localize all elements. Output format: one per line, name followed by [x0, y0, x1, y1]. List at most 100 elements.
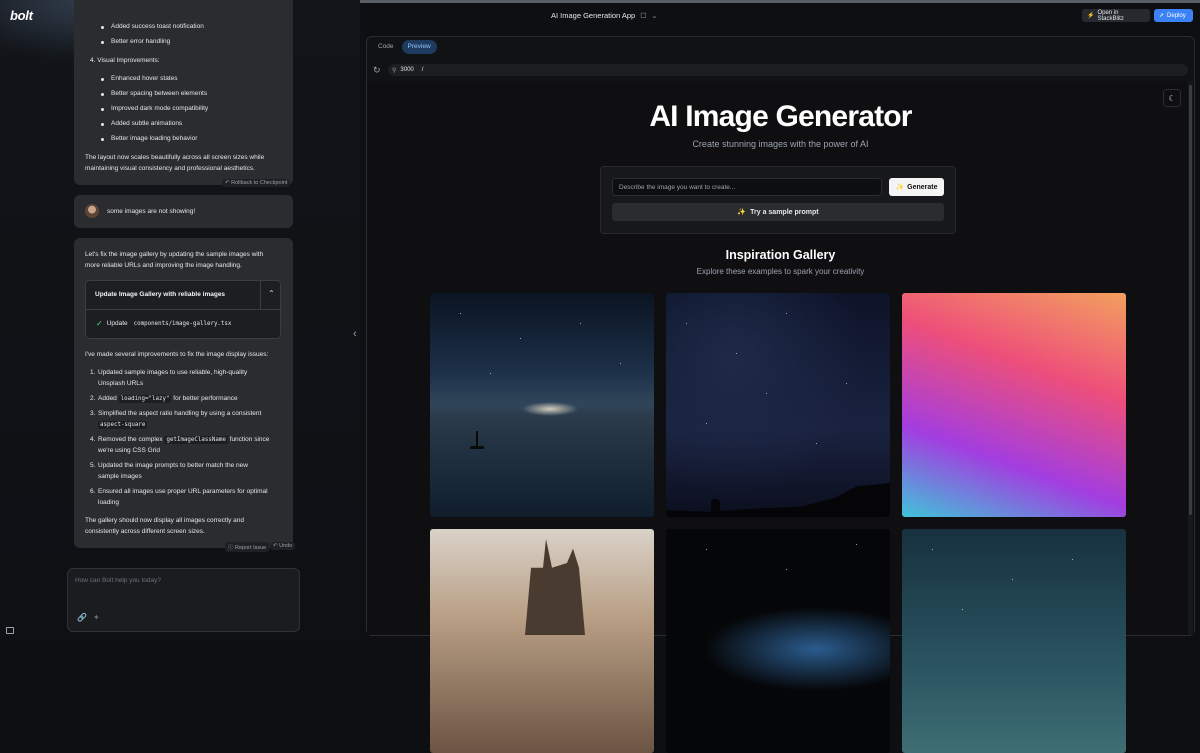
- star: [580, 323, 581, 324]
- list-item: loading: [98, 499, 119, 506]
- list-item: Better image loading behavior: [100, 135, 198, 142]
- message-text: The layout now scales beautifully across…: [85, 154, 265, 161]
- gallery-image[interactable]: [430, 529, 654, 753]
- list-item: Updated the image prompts to better matc…: [98, 462, 248, 469]
- sailboat-mast: [476, 431, 478, 447]
- page-subtitle: Create stunning images with the power of…: [692, 139, 869, 149]
- list-number: 4.: [90, 436, 96, 443]
- artifact-action: ✓ Update components/image-gallery.tsx: [96, 319, 234, 328]
- open-stackblitz-button[interactable]: ⚡ Open in StackBlitz: [1082, 9, 1150, 22]
- message-text: The gallery should now display all image…: [85, 517, 244, 524]
- list-item: Better spacing between elements: [100, 90, 208, 97]
- sparkle-icon[interactable]: ✦: [93, 613, 100, 622]
- deploy-button[interactable]: ➚ Deploy: [1154, 9, 1193, 22]
- project-title-text: AI Image Generation App: [551, 11, 636, 20]
- link-icon[interactable]: 🔗: [77, 613, 87, 622]
- star: [1012, 579, 1013, 580]
- generate-button[interactable]: ✨ Generate: [889, 178, 944, 196]
- sample-prompt-button[interactable]: ✨ Try a sample prompt: [612, 203, 944, 221]
- artifact-header[interactable]: Update Image Gallery with reliable image…: [86, 281, 282, 310]
- undo-button[interactable]: ↶ Undo: [270, 542, 296, 550]
- inline-code: loading="lazy": [118, 395, 172, 403]
- check-icon: ✓: [96, 319, 103, 328]
- reload-icon[interactable]: ↻: [373, 65, 381, 76]
- artifact-title: Update Image Gallery with reliable image…: [95, 291, 226, 298]
- star: [1072, 559, 1073, 560]
- port-number: 3000: [400, 67, 414, 73]
- divider: [260, 281, 261, 310]
- scrollbar-thumb[interactable]: [1189, 85, 1192, 515]
- gallery-image[interactable]: [666, 293, 890, 517]
- message-text: consistently across different screen siz…: [85, 528, 205, 535]
- sailboat-hull: [470, 446, 484, 449]
- list-item: we're using CSS Grid: [98, 447, 160, 454]
- undo-label: Undo: [279, 543, 293, 549]
- star: [816, 443, 817, 444]
- generator-card: [600, 166, 956, 234]
- open-stackblitz-label: Open in StackBlitz: [1097, 9, 1124, 22]
- tab-preview[interactable]: Preview: [401, 40, 437, 54]
- list-item: Simplified the aspect ratio handling by …: [98, 410, 262, 417]
- artifact-file: components/image-gallery.tsx: [131, 319, 234, 328]
- hill-silhouette: [666, 483, 890, 517]
- artifact-card: Update Image Gallery with reliable image…: [85, 280, 282, 339]
- project-title[interactable]: AI Image Generation App ☐ ⌄: [551, 11, 657, 20]
- list-item: aspect-square: [98, 419, 148, 431]
- star: [736, 353, 737, 354]
- gallery-image[interactable]: [902, 529, 1126, 753]
- star: [962, 609, 963, 610]
- user-message-text: some images are not showing!: [107, 208, 196, 215]
- tab-code[interactable]: Code: [372, 40, 400, 54]
- list-item: Added success toast notification: [101, 23, 204, 30]
- star: [520, 338, 521, 339]
- list-item: Better error handling: [100, 38, 171, 45]
- text: for better performance: [171, 395, 238, 402]
- list-item: Enhanced hover states: [101, 75, 178, 82]
- list-number: 3.: [90, 410, 96, 417]
- star: [856, 544, 857, 545]
- generate-label: Generate: [907, 183, 938, 191]
- star: [932, 549, 933, 550]
- view-tabs: Code Preview: [372, 40, 437, 54]
- person-silhouette: [711, 499, 720, 517]
- sparkles-icon: ✨: [737, 209, 747, 216]
- star: [460, 313, 461, 314]
- page-title: AI Image Generator: [649, 100, 912, 133]
- report-issue-button[interactable]: ⓘ Report Issue: [225, 542, 270, 552]
- list-number: 5.: [90, 462, 96, 469]
- bolt-icon: ⚡: [1087, 13, 1095, 19]
- star: [766, 393, 767, 394]
- chevron-left-icon[interactable]: ‹: [353, 328, 357, 340]
- message-text: maintaining visual consistency and profe…: [85, 165, 255, 172]
- star: [620, 363, 621, 364]
- message-text: more reliable URLs and improving the ima…: [85, 262, 242, 269]
- list-number: 6.: [90, 488, 96, 495]
- gallery-title: Inspiration Gallery: [725, 248, 836, 262]
- prompt-input[interactable]: Describe the image you want to create...: [612, 178, 882, 196]
- text: Added: [98, 395, 119, 402]
- sidebar-toggle-icon[interactable]: [6, 627, 14, 634]
- chevron-up-icon[interactable]: ⌃: [268, 289, 275, 298]
- sample-prompt-label: Try a sample prompt: [750, 208, 819, 216]
- list-item: Ensured all images use proper URL parame…: [98, 488, 268, 495]
- rollback-button[interactable]: ↶ Rollback to Checkpoint: [222, 179, 291, 187]
- address-bar[interactable]: ⚲ 3000 /: [388, 64, 1188, 76]
- star: [786, 313, 787, 314]
- chevron-down-icon: ⌄: [651, 12, 658, 20]
- star: [686, 323, 687, 324]
- gallery-image[interactable]: [666, 529, 890, 753]
- bolt-logo[interactable]: bolt: [10, 8, 33, 23]
- chat-input[interactable]: How can Bolt help you today? 🔗 ✦: [67, 568, 300, 632]
- inline-code: aspect-square: [98, 421, 148, 429]
- section-heading: 4. Visual Improvements:: [90, 57, 160, 64]
- message-text: Let's fix the image gallery by updating …: [85, 251, 264, 258]
- gallery-image[interactable]: [430, 293, 654, 517]
- list-number: 2.: [90, 395, 96, 402]
- url-path: /: [421, 67, 424, 73]
- list-item: sample images: [98, 473, 142, 480]
- gallery-image[interactable]: [902, 293, 1126, 517]
- message-text: I've made several improvements to fix th…: [85, 351, 269, 358]
- list-item: Unsplash URLs: [98, 380, 144, 387]
- list-number: 1.: [90, 369, 96, 376]
- wand-icon: ✨: [895, 184, 905, 191]
